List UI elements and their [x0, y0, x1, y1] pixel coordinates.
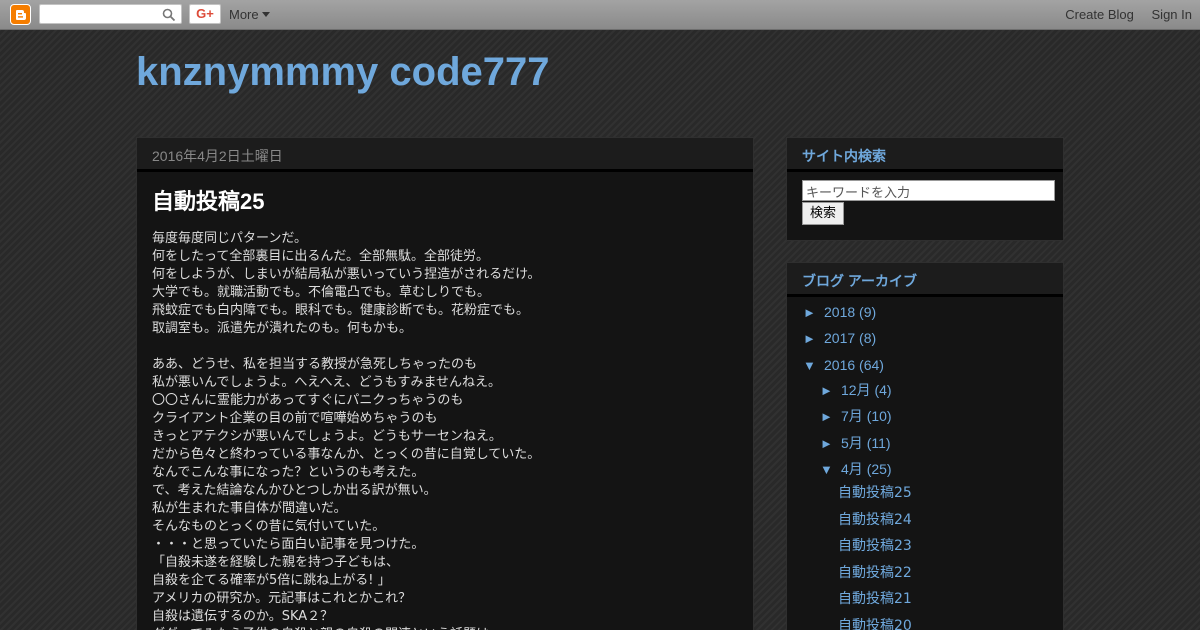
expand-toggle-icon[interactable]: ►: [803, 331, 824, 346]
post-body-line: ググってみたら子供の自殺と親の自殺の関連という話題は: [152, 626, 738, 630]
post-body-line: なんでこんな事になった？というのも考えた。: [152, 465, 425, 480]
archive-month-4[interactable]: ▼ 4月 (25): [820, 459, 892, 479]
site-search-widget: サイト内検索 キーワードを入力 検索: [786, 137, 1064, 241]
blog-title[interactable]: knznymmmy code777: [136, 50, 550, 95]
archive-post-link[interactable]: 自動投稿20: [838, 615, 912, 630]
blogger-navbar: G+ More Create Blog Sign In: [0, 0, 1200, 30]
post-body-line: 私が悪いんでしょうよ。へえへえ、どうもすみませんねえ。: [152, 375, 502, 390]
archive-count: (11): [866, 435, 891, 451]
blog-archive-widget: ブログ アーカイブ ► 2018 (9) ► 2017 (8) ▼ 2016 (64)…: [786, 262, 1064, 630]
post-body-line: アメリカの研究か。元記事はこれとかこれ？: [152, 591, 412, 606]
expand-toggle-icon[interactable]: ►: [820, 409, 841, 424]
archive-month-12[interactable]: ► 12月 (4): [820, 380, 892, 400]
post-body-line: で、考えた結論なんかひとつしか出る訳が無い。: [152, 483, 437, 498]
post-body-line: だから色々と終わっている事なんか、とっくの昔に自覚していた。: [152, 447, 541, 462]
archive-month-label[interactable]: 7月: [841, 408, 863, 424]
google-plus-button[interactable]: G+: [189, 4, 221, 24]
expand-toggle-icon[interactable]: ►: [820, 436, 841, 451]
post-body-line: ああ、どうせ、私を担当する教授が急死しちゃったのも: [152, 357, 478, 372]
blog-archive-title: ブログ アーカイブ: [787, 263, 1063, 297]
post-body-line: ・・・と思っていたら面白い記事を見つけた。: [152, 537, 425, 552]
more-menu[interactable]: More: [229, 7, 270, 22]
site-search-input[interactable]: キーワードを入力: [802, 180, 1055, 201]
post-body-line: 大学でも。就職活動でも。不倫電凸でも。草むしりでも。: [152, 285, 491, 300]
site-search-title: サイト内検索: [787, 138, 1063, 172]
archive-post-link[interactable]: 自動投稿21: [838, 588, 912, 608]
create-blog-link[interactable]: Create Blog: [1065, 7, 1134, 22]
archive-count: (9): [859, 304, 877, 320]
navbar-right-links: Create Blog Sign In: [1051, 7, 1192, 22]
archive-month-label[interactable]: 5月: [841, 435, 863, 451]
search-icon[interactable]: [162, 7, 1196, 26]
post-body-line: 〇〇さんに霊能力があってすぐにパニクっちゃうのも: [152, 393, 464, 408]
expand-toggle-icon[interactable]: ►: [803, 305, 824, 320]
more-label: More: [229, 7, 259, 22]
expand-toggle-icon[interactable]: ►: [820, 383, 841, 398]
post-body-line: 取調室も。派遣先が潰れたのも。何もかも。: [152, 321, 413, 336]
post-body-line: 何をしたって全部裏目に出るんだ。全部無駄。全部徒労。: [152, 249, 489, 264]
collapse-toggle-icon[interactable]: ▼: [803, 358, 824, 373]
archive-count: (64): [859, 357, 884, 373]
archive-year-2016[interactable]: ▼ 2016 (64): [803, 357, 884, 373]
archive-post-link[interactable]: 自動投稿22: [838, 562, 912, 582]
post-body-line: [152, 338, 738, 356]
post-body-line: クライアント企業の目の前で喧嘩始めちゃうのも: [152, 411, 438, 426]
post-body-line: 自殺は遺伝するのか。SKA２？: [152, 609, 334, 624]
archive-count: (4): [874, 382, 892, 398]
post-body-line: 私が生まれた事自体が間違いだ。: [152, 501, 347, 516]
archive-year-label[interactable]: 2016: [824, 357, 855, 373]
post-date: 2016年4月2日土曜日: [137, 138, 753, 172]
post-body-line: 自殺を企てる確率が5倍に跳ね上がる! 」: [152, 573, 391, 588]
archive-post-link[interactable]: 自動投稿23: [838, 535, 912, 555]
collapse-toggle-icon[interactable]: ▼: [820, 462, 841, 477]
archive-year-label[interactable]: 2018: [824, 304, 855, 320]
post-title[interactable]: 自動投稿25: [137, 172, 753, 216]
post-body-line: 飛蚊症でも白内障でも。眼科でも。健康診断でも。花粉症でも。: [152, 303, 530, 318]
archive-post-link[interactable]: 自動投稿24: [838, 509, 912, 529]
archive-count: (25): [866, 461, 892, 477]
archive-year-2017[interactable]: ► 2017 (8): [803, 330, 876, 346]
archive-post-link[interactable]: 自動投稿25: [838, 482, 912, 502]
archive-count: (10): [866, 408, 892, 424]
post-body: 毎度毎度同じパターンだ。何をしたって全部裏目に出るんだ。全部無駄。全部徒労。何を…: [137, 216, 753, 630]
post-body-line: 「自殺未遂を経験した親を持つ子どもは、: [152, 555, 400, 570]
post-body-line: 何をしようが、しまいが結局私が悪いっていう捏造がされるだけ。: [152, 267, 541, 282]
site-search-button[interactable]: 検索: [802, 202, 845, 225]
archive-month-label[interactable]: 4月: [841, 461, 863, 477]
sign-in-link[interactable]: Sign In: [1152, 7, 1192, 22]
post-body-line: 毎度毎度同じパターンだ。: [152, 231, 307, 246]
post-body-line: そんなものとっくの昔に気付いていた。: [152, 519, 386, 534]
archive-month-label[interactable]: 12月: [841, 382, 871, 398]
archive-year-label[interactable]: 2017: [824, 330, 855, 346]
blogger-logo-icon[interactable]: [10, 4, 31, 25]
archive-month-7[interactable]: ► 7月 (10): [820, 406, 892, 426]
post-body-line: きっとアテクシが悪いんでしょうよ。どうもサーセンねえ。: [152, 429, 502, 444]
archive-month-5[interactable]: ► 5月 (11): [820, 433, 891, 453]
archive-count: (8): [859, 330, 877, 346]
archive-year-2018[interactable]: ► 2018 (9): [803, 304, 876, 320]
navbar-search-input[interactable]: [39, 4, 182, 24]
chevron-down-icon: [261, 12, 270, 17]
post-container: 2016年4月2日土曜日 自動投稿25 毎度毎度同じパターンだ。何をしたって全部…: [136, 137, 754, 630]
